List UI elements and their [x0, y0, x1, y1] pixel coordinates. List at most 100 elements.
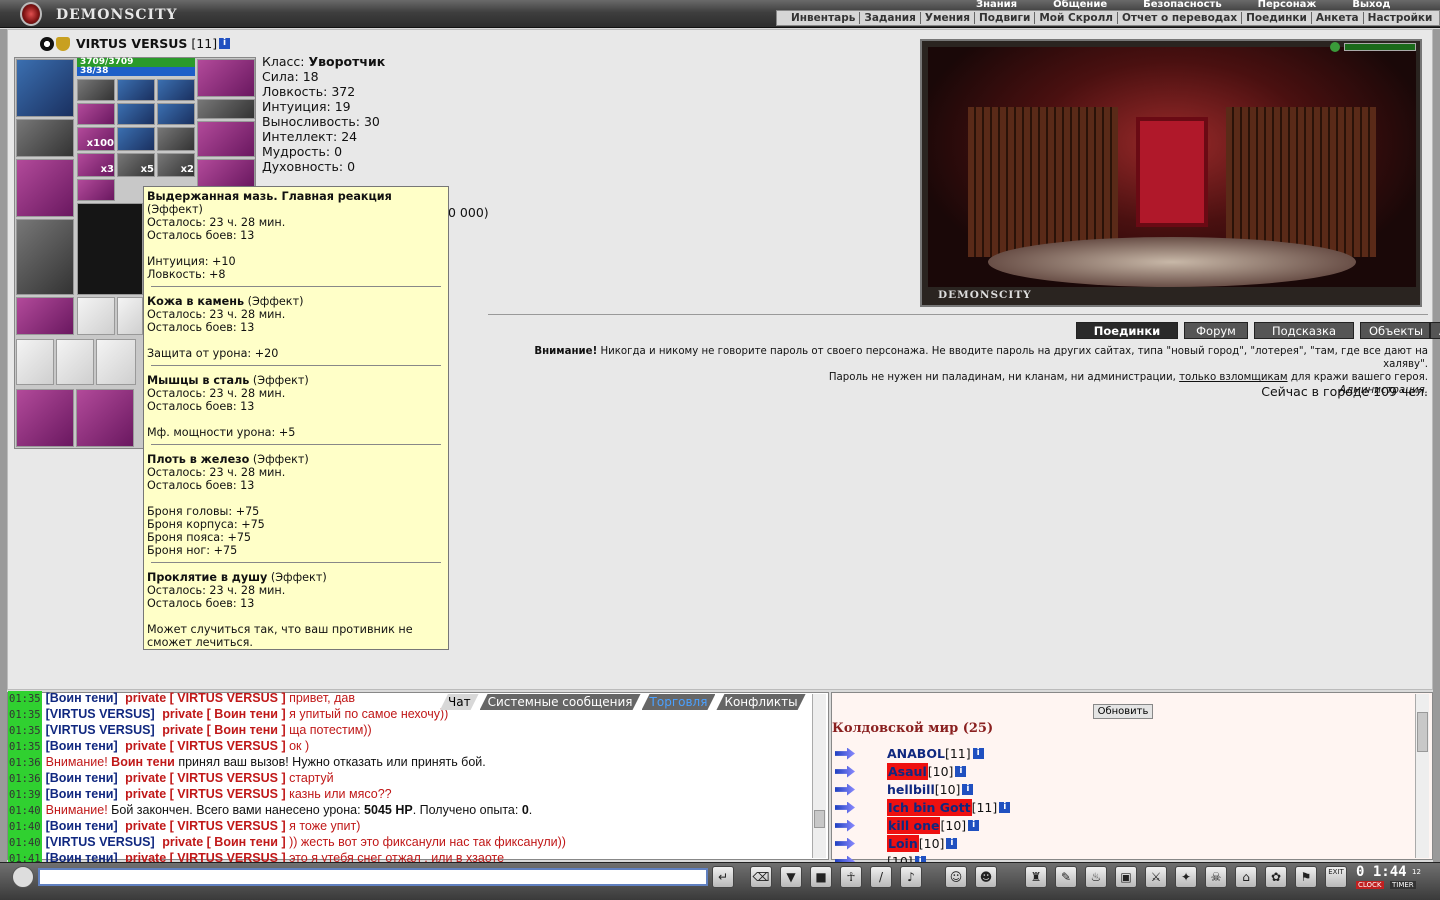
effect-slot-4[interactable]	[77, 103, 115, 125]
pants-slot[interactable]	[76, 389, 134, 447]
effect-slot-11[interactable]: x5	[117, 153, 155, 177]
empty-slot[interactable]	[77, 297, 115, 335]
tab-conflicts[interactable]: Конфликты	[716, 694, 805, 710]
submenu-quests[interactable]: Задания	[860, 12, 921, 24]
mask-icon[interactable]: ☠	[1205, 866, 1227, 888]
refresh-icon[interactable]	[1330, 42, 1340, 52]
music-icon[interactable]: ♪	[900, 866, 922, 888]
armor-slot[interactable]	[16, 219, 74, 295]
dance-icon[interactable]: ☥	[840, 866, 862, 888]
chat-input[interactable]	[38, 868, 708, 886]
private-message-arrow-icon[interactable]	[835, 783, 855, 796]
filter-icon[interactable]: ▼	[780, 866, 802, 888]
player-info-icon[interactable]: i	[999, 802, 1011, 813]
chat-sender[interactable]: [Воин тени]	[46, 691, 118, 705]
player-name[interactable]: ANABOL	[887, 745, 945, 762]
home-icon[interactable]: ⌂	[1235, 866, 1257, 888]
player-name[interactable]: kill one	[887, 817, 941, 834]
slash-icon[interactable]: /	[870, 866, 892, 888]
player-name[interactable]: Loin	[887, 835, 919, 852]
weapon-slot[interactable]	[16, 159, 74, 217]
player-info-icon[interactable]: i	[946, 838, 958, 849]
tab-chat[interactable]: Чат	[440, 694, 479, 710]
tab-system-messages[interactable]: Системные сообщения	[480, 694, 641, 710]
tab-collapse[interactable]: Δ	[1430, 322, 1440, 339]
menu-character[interactable]: Персонаж	[1258, 0, 1317, 10]
submenu-achievements[interactable]: Подвиги	[975, 12, 1036, 24]
player-row[interactable]: hellbill [10] i	[835, 781, 974, 798]
info-icon[interactable]: i	[219, 38, 231, 49]
effect-slot-12[interactable]: x2	[157, 153, 195, 177]
effect-slot-1[interactable]	[77, 79, 115, 101]
effect-slot-9[interactable]	[157, 127, 195, 151]
chat-sender[interactable]: [VIRTUS VERSUS]	[46, 835, 155, 849]
belt-item-slot-2[interactable]	[56, 339, 94, 385]
chat-sender[interactable]: [Воин тени]	[46, 787, 118, 801]
player-row[interactable]: ANABOL [11] i	[835, 745, 984, 762]
chat-sender[interactable]: [Воин тени]	[46, 739, 118, 753]
private-message-arrow-icon[interactable]	[835, 801, 855, 814]
effect-slot-8[interactable]	[117, 127, 155, 151]
submenu-profile[interactable]: Анкета	[1312, 12, 1364, 24]
save-icon[interactable]: ■	[810, 866, 832, 888]
empty-slot[interactable]	[117, 297, 143, 335]
shield-slot[interactable]	[197, 159, 255, 187]
portal-door[interactable]	[1136, 117, 1208, 227]
eraser-icon[interactable]: ⌫	[750, 866, 772, 888]
belt-item-slot-3[interactable]	[96, 339, 136, 385]
tab-hint[interactable]: Подсказка	[1254, 322, 1354, 339]
player-info-icon[interactable]: i	[968, 820, 980, 831]
bag-icon[interactable]: ♜	[1025, 866, 1047, 888]
player-row[interactable]: kill one [10] i	[835, 817, 980, 834]
player-row[interactable]: Loin [10] i	[835, 835, 958, 852]
effect-slot-6[interactable]	[157, 103, 195, 125]
effect-slot-13[interactable]	[77, 179, 115, 201]
chat-scroll-thumb[interactable]	[814, 810, 825, 828]
chat-sender[interactable]: [VIRTUS VERSUS]	[46, 723, 155, 737]
menu-security[interactable]: Безопасность	[1143, 0, 1222, 10]
player-info-icon[interactable]: i	[962, 784, 974, 795]
tab-trade[interactable]: Торговля	[642, 694, 716, 710]
private-message-arrow-icon[interactable]	[835, 837, 855, 850]
submenu-fights[interactable]: Поединки	[1242, 12, 1312, 24]
menu-exit[interactable]: Выход	[1352, 0, 1390, 10]
exit-icon[interactable]: EXIT	[1325, 866, 1347, 888]
effect-slot-7[interactable]: x100	[77, 127, 115, 151]
ring-slots[interactable]	[197, 99, 255, 119]
boots-slot[interactable]	[16, 389, 74, 447]
tab-forum[interactable]: Форум	[1184, 322, 1248, 339]
tab-objects[interactable]: Объекты	[1360, 322, 1430, 339]
send-icon[interactable]: ↵	[712, 866, 734, 888]
belt-item-slot-1[interactable]	[16, 339, 54, 385]
player-name[interactable]: hellbill	[887, 781, 935, 798]
belt-slot[interactable]	[16, 297, 74, 335]
potion-icon[interactable]: ♨	[1085, 866, 1107, 888]
smile-icon[interactable]: ☺	[945, 866, 967, 888]
effect-slot-3[interactable]	[157, 79, 195, 101]
map-icon[interactable]: ✦	[1175, 866, 1197, 888]
sword-icon[interactable]: ⚔	[1145, 866, 1167, 888]
chat-sender[interactable]: [VIRTUS VERSUS]	[46, 707, 155, 721]
menu-communication[interactable]: Общение	[1053, 0, 1107, 10]
player-list-scroll-thumb[interactable]	[1417, 712, 1428, 752]
private-message-arrow-icon[interactable]	[835, 765, 855, 778]
flag-icon[interactable]: ⚑	[1295, 866, 1317, 888]
paw-icon[interactable]: ✿	[1265, 866, 1287, 888]
chat-sender[interactable]: [Воин тени]	[46, 819, 118, 833]
logo[interactable]: DEMONSCITY	[14, 1, 184, 27]
private-message-arrow-icon[interactable]	[835, 747, 855, 760]
submenu-settings[interactable]: Настройки	[1364, 12, 1437, 24]
player-info-icon[interactable]: i	[955, 766, 967, 777]
player-list-scrollbar[interactable]	[1415, 694, 1429, 858]
amulet-slot[interactable]	[197, 59, 255, 97]
submenu-my-scroll[interactable]: Мой Скролл	[1035, 12, 1118, 24]
tab-fights[interactable]: Поединки	[1076, 322, 1178, 339]
chat-sender[interactable]: [Воин тени]	[46, 771, 118, 785]
timer-label[interactable]: TIMER	[1390, 881, 1416, 889]
player-name[interactable]: Asaul	[887, 763, 928, 780]
player-info-icon[interactable]: i	[972, 748, 984, 759]
chat-mode-icon[interactable]	[12, 866, 34, 888]
bracers-slot[interactable]	[16, 119, 74, 157]
hackers-link[interactable]: только взломщикам	[1179, 372, 1287, 383]
private-message-arrow-icon[interactable]	[835, 819, 855, 832]
